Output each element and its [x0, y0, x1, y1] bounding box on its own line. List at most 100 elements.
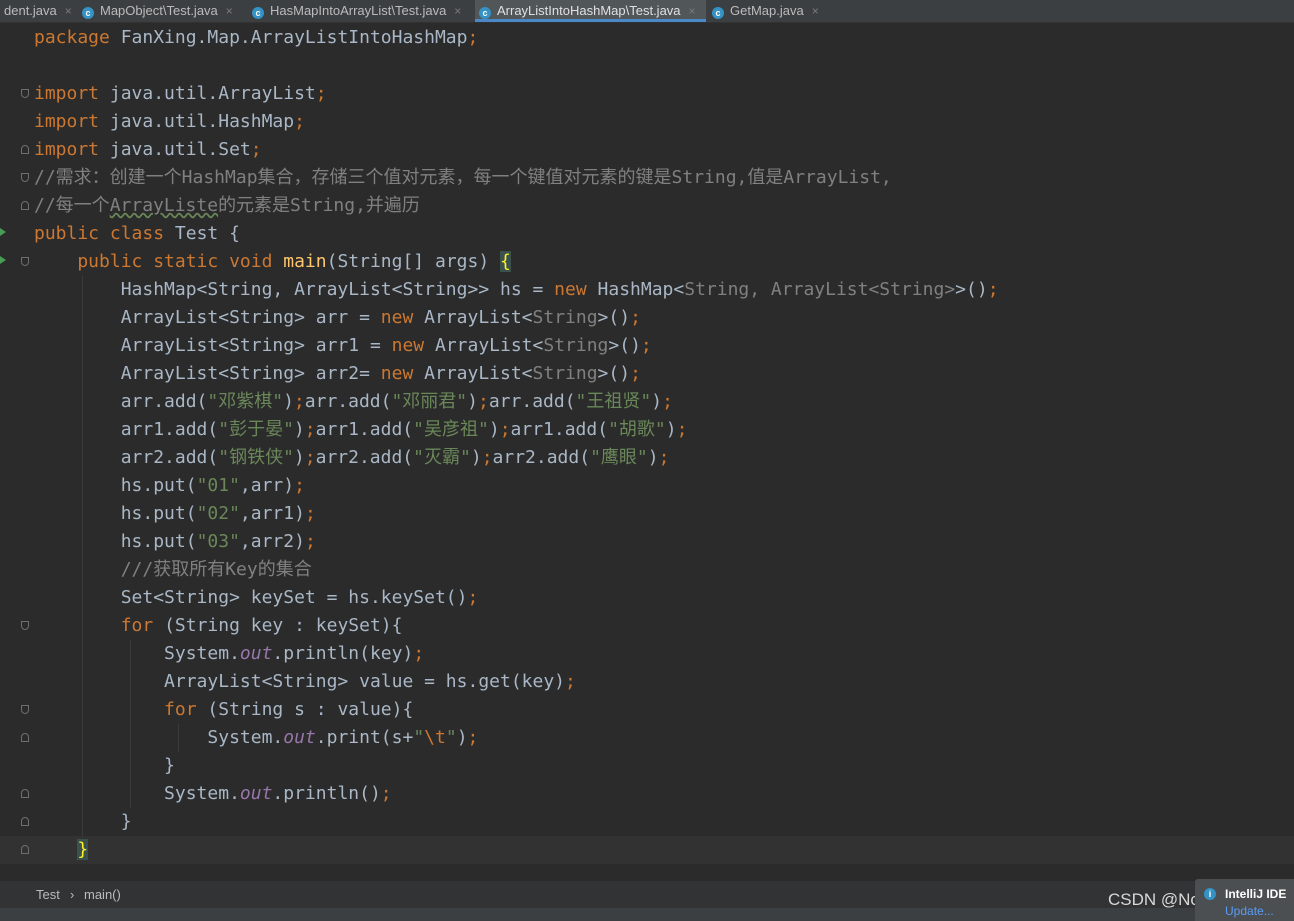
code-line[interactable]: System.out.println(key);	[0, 640, 1294, 668]
java-class-icon: c	[479, 7, 491, 19]
code-line[interactable]: }	[0, 808, 1294, 836]
code-token: }	[77, 839, 89, 860]
code-token: )	[470, 447, 482, 468]
close-icon[interactable]: ×	[689, 4, 696, 18]
code-token: "灭霸"	[413, 447, 471, 468]
code-line[interactable]: Set<String> keySet = hs.keySet();	[0, 584, 1294, 612]
tab-4[interactable]: c GetMap.java ×	[708, 0, 824, 22]
code-token: HashMap<	[597, 279, 685, 300]
code-token: public static void	[34, 251, 284, 272]
code-line[interactable]: import java.util.Set;	[0, 136, 1294, 164]
code-token: ,arr2)	[239, 531, 305, 552]
code-line[interactable]: ArrayList<String> arr2= new ArrayList<St…	[0, 360, 1294, 388]
fold-end-icon[interactable]	[21, 845, 29, 854]
code-line[interactable]: arr.add("邓紫棋");arr.add("邓丽君");arr.add("王…	[0, 388, 1294, 416]
code-line[interactable]: ArrayList<String> arr1 = new ArrayList<S…	[0, 332, 1294, 360]
code-line[interactable]: hs.put("03",arr2);	[0, 528, 1294, 556]
close-icon[interactable]: ×	[226, 4, 233, 18]
code-token: )	[293, 447, 305, 468]
code-token: String, ArrayList<String>	[684, 279, 956, 300]
code-token: hs.put(	[34, 531, 197, 552]
fold-end-icon[interactable]	[21, 817, 29, 826]
code-token: arr2.add(	[492, 447, 591, 468]
code-line[interactable]: public static void main(String[] args) {	[0, 248, 1294, 276]
code-line[interactable]: import java.util.HashMap;	[0, 108, 1294, 136]
code-token: new	[554, 279, 598, 300]
code-token: {	[500, 251, 511, 272]
code-editor[interactable]: package FanXing.Map.ArrayListIntoHashMap…	[0, 23, 1294, 916]
code-line[interactable]: ///获取所有Key的集合	[0, 556, 1294, 584]
status-bar	[0, 908, 1294, 921]
code-line[interactable]: //需求：创建一个HashMap集合，存储三个值对元素，每一个键值对元素的键是S…	[0, 164, 1294, 192]
code-line[interactable]: for (String key : keySet){	[0, 612, 1294, 640]
tab-0[interactable]: dent.java ×	[0, 0, 76, 22]
code-text: }	[34, 836, 89, 864]
tab-label: ArrayListIntoHashMap\Test.java	[497, 3, 681, 18]
code-token: ,arr1)	[239, 503, 305, 524]
close-icon[interactable]: ×	[65, 4, 72, 18]
fold-end-icon[interactable]	[21, 201, 29, 210]
code-text: ArrayList<String> arr = new ArrayList<St…	[34, 304, 641, 332]
code-token: new	[391, 335, 435, 356]
fold-icon[interactable]	[21, 89, 29, 98]
code-line[interactable]: public class Test {	[0, 220, 1294, 248]
code-token: ArrayList<String> arr =	[34, 307, 381, 328]
tab-3[interactable]: c ArrayListIntoHashMap\Test.java ×	[475, 0, 706, 22]
code-token: .println(key)	[272, 643, 414, 664]
code-line[interactable]: arr1.add("彭于晏");arr1.add("吴彦祖");arr1.add…	[0, 416, 1294, 444]
code-line[interactable]	[0, 52, 1294, 80]
close-icon[interactable]: ×	[454, 4, 461, 18]
code-line[interactable]: System.out.print(s+"\t");	[0, 724, 1294, 752]
fold-icon[interactable]	[21, 621, 29, 630]
code-line[interactable]: ArrayList<String> value = hs.get(key);	[0, 668, 1294, 696]
update-link[interactable]: Update...	[1225, 904, 1274, 918]
code-token: ;	[413, 643, 425, 664]
code-line[interactable]: hs.put("01",arr);	[0, 472, 1294, 500]
code-token: 的元素是String,并遍历	[218, 195, 420, 216]
code-line[interactable]: HashMap<String, ArrayList<String>> hs = …	[0, 276, 1294, 304]
code-line[interactable]: arr2.add("钢铁侠");arr2.add("灭霸");arr2.add(…	[0, 444, 1294, 472]
code-line[interactable]: }	[0, 836, 1294, 864]
tab-2[interactable]: c HasMapIntoArrayList\Test.java ×	[248, 0, 473, 22]
fold-icon[interactable]	[21, 705, 29, 714]
code-text: hs.put("03",arr2);	[34, 528, 316, 556]
code-token: arr.add(	[304, 391, 392, 412]
run-icon[interactable]	[0, 256, 6, 264]
tab-1[interactable]: c MapObject\Test.java ×	[78, 0, 246, 22]
code-token: (String[] args)	[326, 251, 500, 272]
code-token: "01"	[196, 475, 240, 496]
run-icon[interactable]	[0, 228, 6, 236]
code-text: //需求：创建一个HashMap集合，存储三个值对元素，每一个键值对元素的键是S…	[34, 164, 892, 192]
breadcrumb-method[interactable]: main()	[84, 881, 121, 909]
code-token: arr1.add(	[510, 419, 609, 440]
code-line[interactable]: import java.util.ArrayList;	[0, 80, 1294, 108]
code-line[interactable]: }	[0, 752, 1294, 780]
fold-icon[interactable]	[21, 257, 29, 266]
code-text: for (String key : keySet){	[34, 612, 403, 640]
code-token: )	[293, 419, 305, 440]
code-line[interactable]: System.out.println();	[0, 780, 1294, 808]
code-line[interactable]: package FanXing.Map.ArrayListIntoHashMap…	[0, 24, 1294, 52]
update-notification[interactable]: i IntelliJ IDE Update...	[1195, 879, 1294, 921]
breadcrumb-class[interactable]: Test	[36, 881, 60, 909]
code-token: ArrayList<String> value = hs.get(key)	[34, 671, 566, 692]
fold-end-icon[interactable]	[21, 789, 29, 798]
java-class-icon: c	[82, 7, 94, 19]
code-line[interactable]: for (String s : value){	[0, 696, 1294, 724]
code-token: "吴彦祖"	[413, 419, 489, 440]
code-token: Test {	[174, 223, 240, 244]
code-line[interactable]: hs.put("02",arr1);	[0, 500, 1294, 528]
code-token: ArrayListe	[109, 195, 219, 216]
code-token: ;	[630, 363, 641, 384]
tab-label: HasMapIntoArrayList\Test.java	[270, 3, 447, 18]
fold-end-icon[interactable]	[21, 145, 29, 154]
code-token: ;	[499, 419, 511, 440]
code-token: .print(s+	[315, 727, 414, 748]
code-token: (String key : keySet){	[164, 615, 403, 636]
close-icon[interactable]: ×	[812, 4, 819, 18]
fold-icon[interactable]	[21, 173, 29, 182]
code-line[interactable]: //每一个ArrayListe的元素是String,并遍历	[0, 192, 1294, 220]
fold-end-icon[interactable]	[21, 733, 29, 742]
code-line[interactable]: ArrayList<String> arr = new ArrayList<St…	[0, 304, 1294, 332]
